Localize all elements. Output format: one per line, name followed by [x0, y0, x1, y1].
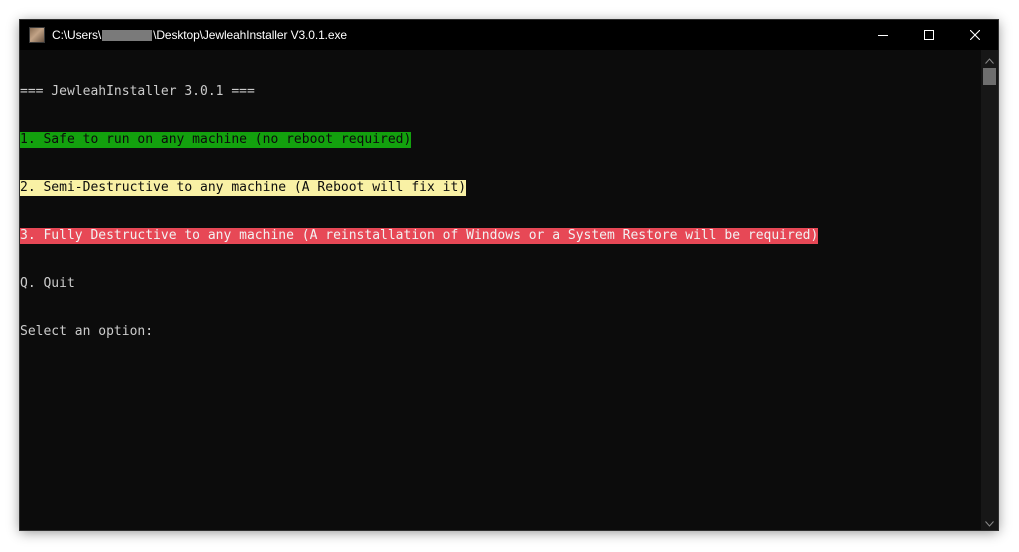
console-line: === JewleahInstaller 3.0.1 ===	[20, 84, 981, 100]
app-icon[interactable]	[29, 27, 45, 43]
close-icon	[970, 30, 980, 40]
vertical-scrollbar[interactable]	[981, 50, 998, 530]
console-window: C:\Users\ \Desktop\JewleahInstaller V3.0.…	[20, 20, 998, 530]
window-title: C:\Users\ \Desktop\JewleahInstaller V3.0.…	[52, 28, 347, 42]
console-line: Select an option:	[20, 324, 981, 340]
scroll-thumb[interactable]	[983, 68, 996, 85]
title-bar[interactable]: C:\Users\ \Desktop\JewleahInstaller V3.0.…	[20, 20, 998, 50]
option-semi-destructive: 2. Semi-Destructive to any machine (A Re…	[20, 180, 467, 196]
console-header: === JewleahInstaller 3.0.1 ===	[20, 84, 255, 99]
minimize-button[interactable]	[860, 20, 906, 50]
console-line: Q. Quit	[20, 276, 981, 292]
scroll-up-button[interactable]	[981, 50, 998, 67]
window-title-suffix: \Desktop\JewleahInstaller V3.0.1.exe	[153, 28, 347, 42]
redacted-username	[102, 29, 153, 41]
option-safe: 1. Safe to run on any machine (no reboot…	[20, 132, 412, 148]
input-prompt: Select an option:	[20, 324, 154, 339]
option-quit: Q. Quit	[20, 276, 75, 291]
window-controls	[860, 20, 998, 50]
option-fully-destructive: 3. Fully Destructive to any machine (A r…	[20, 228, 819, 244]
maximize-button[interactable]	[906, 20, 952, 50]
window-title-prefix: C:\Users\	[52, 28, 102, 42]
chevron-down-icon	[985, 512, 994, 530]
console-line: 1. Safe to run on any machine (no reboot…	[20, 132, 981, 148]
chevron-up-icon	[985, 49, 994, 68]
console-output[interactable]: === JewleahInstaller 3.0.1 === 1. Safe t…	[20, 50, 981, 530]
scroll-down-button[interactable]	[981, 513, 998, 530]
console-line: 2. Semi-Destructive to any machine (A Re…	[20, 180, 981, 196]
console-line: 3. Fully Destructive to any machine (A r…	[20, 228, 981, 244]
minimize-icon	[878, 30, 888, 40]
close-button[interactable]	[952, 20, 998, 50]
maximize-icon	[924, 30, 934, 40]
